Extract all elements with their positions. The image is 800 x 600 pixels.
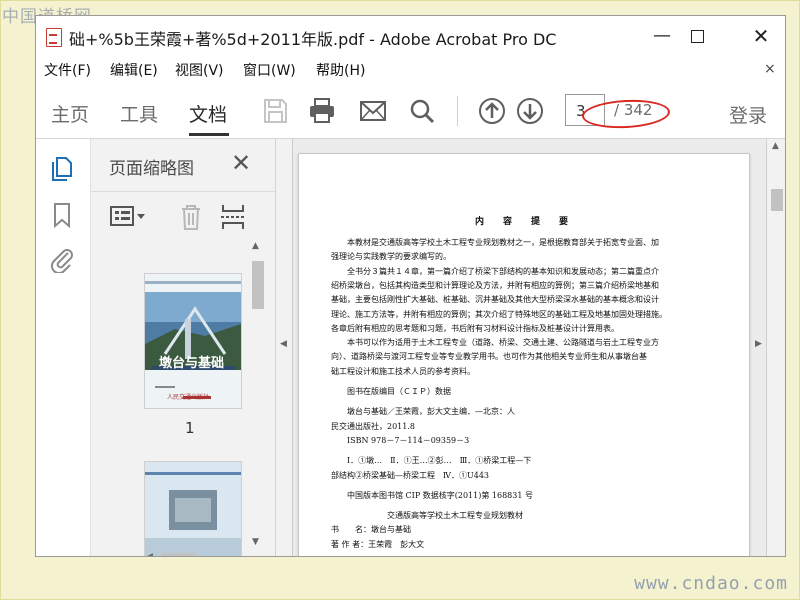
pdf-page: 内 容 提 要 本教材是交通版高等学校土木工程专业规划教材之一，是根据教育部关于…: [298, 153, 750, 556]
page-thumbnails-icon[interactable]: [48, 155, 76, 183]
scroll-down-arrow[interactable]: ▼: [252, 537, 259, 547]
menu-window[interactable]: 窗口(W): [243, 60, 296, 80]
page-text-line: 各章后附有相应的思考题和习题，书后附有习材料设计指标及桩基设计计算用表。: [331, 323, 619, 333]
delete-page-icon[interactable]: [177, 202, 205, 232]
minimize-button[interactable]: —: [649, 24, 675, 48]
horizontal-scroll-thumb[interactable]: [162, 553, 196, 556]
page-text-line: 墩台与基础／王荣霞，彭大文主编．—北京：人: [331, 407, 515, 417]
menu-help[interactable]: 帮助(H): [316, 60, 365, 80]
page-2-preview: [145, 462, 241, 556]
page-text-line: 向）、道路桥梁与渡河工程专业等专业教学用书。也可作为其他相关专业师生和从事墩台基: [331, 352, 647, 362]
panel-scroll-thumb[interactable]: [252, 261, 264, 309]
panel-title: 页面缩略图: [109, 159, 194, 179]
menu-view[interactable]: 视图(V): [175, 60, 224, 80]
page-text-line: 交通版高等学校土木工程专业规划教材: [331, 511, 523, 521]
toolbar-separator: [457, 96, 458, 126]
maximize-icon: [690, 30, 704, 43]
page-text-line: 强理论与实践教学的要求编写的。: [331, 252, 451, 262]
book-cover-image: [145, 274, 241, 408]
watermark-bottom-right: www.cndao.com: [634, 573, 788, 594]
thumbnail-options-icon[interactable]: [109, 204, 149, 232]
save-icon[interactable]: [260, 96, 290, 126]
document-vertical-scrollbar[interactable]: ▲ ▶: [755, 139, 785, 556]
close-document-button[interactable]: ×: [764, 61, 776, 77]
page-text-line: 本教材是交通版高等学校土木工程专业规划教材之一，是根据教育部关于拓宽专业面、加: [331, 238, 659, 247]
panel-close-button[interactable]: ✕: [231, 149, 251, 177]
maximize-button[interactable]: [684, 24, 710, 48]
menu-file[interactable]: 文件(F): [44, 60, 91, 80]
prev-page-icon[interactable]: [477, 96, 507, 126]
thumbnail-panel: 页面缩略图 ✕ ▲ ▼ 墩台与基础 人民交通出版社 1 ◀: [91, 139, 301, 556]
email-icon[interactable]: [358, 96, 388, 126]
page-text-line: Ⅰ．①墩… Ⅱ．①王…②彭… Ⅲ．①桥梁工程—下: [331, 456, 532, 466]
thumbnail-page-number: 1: [185, 419, 195, 437]
acrobat-window: 础+%5b王荣霞+著%5d+2011年版.pdf - Adobe Acrobat…: [35, 15, 786, 557]
menu-edit[interactable]: 编辑(E): [110, 60, 158, 80]
page-text-line: ISBN 978－7－114－09359－3: [331, 435, 470, 445]
page-text-line: 民交通出版社，2011.8: [331, 421, 415, 431]
scroll-left-arrow[interactable]: ◀: [146, 552, 153, 556]
doc-scroll-thumb[interactable]: [771, 189, 783, 211]
page-text-line: 书 名：墩台与基础: [331, 525, 411, 535]
next-page-icon[interactable]: [515, 96, 545, 126]
toolbar: 主页 工具 文档 3 / 342 登录: [36, 84, 785, 139]
page-text-line: 本书可以作为适用于土木工程专业（道路、桥梁、交通土建、公路隧道与岩土工程专业方: [331, 338, 659, 348]
panel-vertical-scrollbar[interactable]: ▲ ▼: [249, 241, 265, 553]
collapse-panel-arrow[interactable]: ◀: [280, 339, 287, 349]
print-icon[interactable]: [307, 96, 337, 126]
bookmark-icon[interactable]: [48, 201, 76, 229]
page-text-line: 中国版本图书馆 CIP 数据核字(2011)第 168831 号: [331, 490, 533, 500]
page-thumbnail-2[interactable]: [144, 461, 242, 556]
page-text-line: 图书在版编目（ＣＩＰ）数据: [331, 387, 451, 396]
insert-page-icon[interactable]: [219, 202, 247, 232]
thumbnail-cover-publisher: 人民交通出版社: [167, 394, 210, 401]
expand-right-arrow[interactable]: ▶: [755, 339, 762, 349]
page-heading: 内 容 提 要: [474, 217, 573, 227]
page-text-line: 础工程设计和施工技术人员的参考资料。: [331, 366, 475, 376]
login-button[interactable]: 登录: [729, 101, 767, 128]
menu-bar: 文件(F) 编辑(E) 视图(V) 窗口(W) 帮助(H) ×: [36, 57, 785, 81]
page-text-line: 全书分３篇共１４章，第一篇介绍了桥梁下部结构的基本知识和发展动态；第二篇重点介: [331, 266, 659, 276]
title-bar: 础+%5b王荣霞+著%5d+2011年版.pdf - Adobe Acrobat…: [36, 16, 785, 56]
page-text-line: 理论、施工方法等，并附有相应的算例；其次介绍了特殊地区的基础工程及地基加固处理措…: [331, 309, 667, 319]
search-icon[interactable]: [407, 96, 437, 126]
page-text-line: 基础，主要包括刚性扩大基础、桩基础、沉井基础及其他大型桥梁深水基础的基本概念和设…: [331, 295, 659, 305]
tab-document[interactable]: 文档: [189, 100, 227, 127]
doc-scroll-up-arrow[interactable]: ▲: [772, 141, 779, 151]
collapse-panel-handle[interactable]: ◀: [276, 139, 293, 556]
active-tab-indicator: [189, 133, 229, 136]
page-thumbnail-1[interactable]: 墩台与基础 人民交通出版社: [144, 273, 242, 409]
tab-tools[interactable]: 工具: [120, 100, 158, 127]
close-window-button[interactable]: ✕: [748, 24, 774, 48]
page-text-line: 著 作 者：王荣霞 彭大文: [331, 539, 425, 549]
attachment-icon[interactable]: [48, 245, 76, 273]
tab-home[interactable]: 主页: [51, 100, 89, 127]
page-text-line: 部结构②桥梁基础—桥梁工程 Ⅳ．①U443: [331, 470, 490, 480]
scroll-up-arrow[interactable]: ▲: [252, 241, 259, 251]
window-title: 础+%5b王荣霞+著%5d+2011年版.pdf - Adobe Acrobat…: [69, 30, 557, 49]
thumbnail-cover-title: 墩台与基础: [159, 356, 225, 371]
navigation-rail: [36, 139, 91, 556]
document-view: ◀ 内 容 提 要 本教材是交通版高等学校土木工程专业规划教材之一，是根据教育部…: [276, 139, 785, 556]
page-text-line: 绍桥梁墩台，包括其构造类型和计算理论及方法，并附有相应的算例；第三篇介绍桥梁地基…: [331, 280, 659, 290]
panel-toolbar: [91, 191, 275, 242]
pdf-file-icon: [46, 28, 62, 47]
